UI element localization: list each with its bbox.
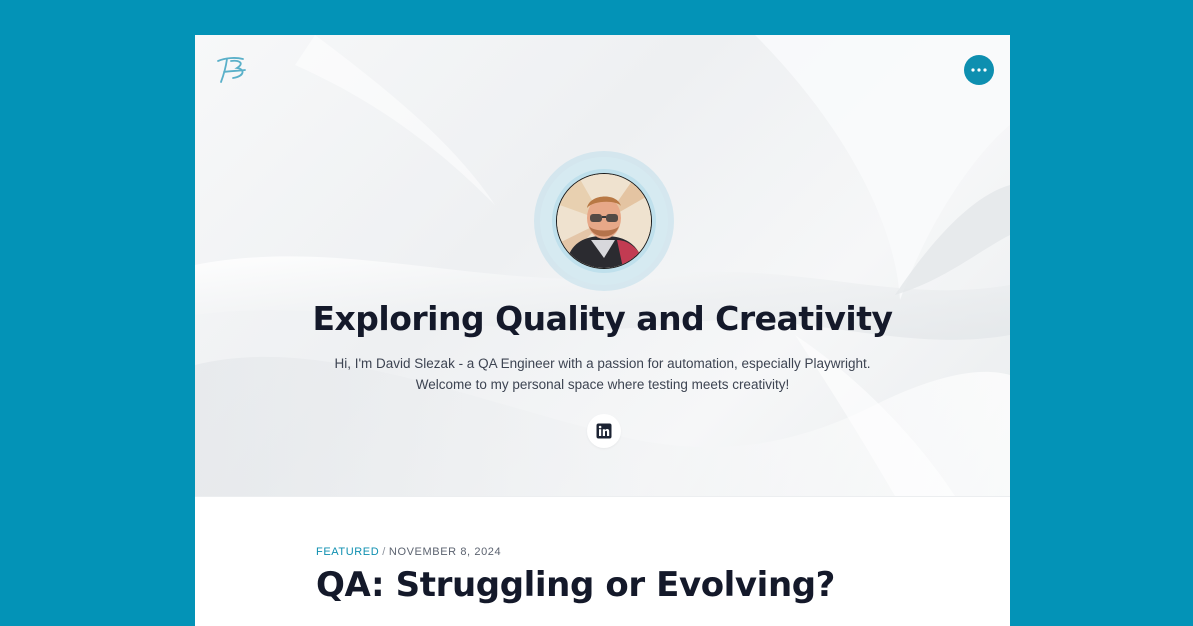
site-description-line-2: Welcome to my personal space where testi… <box>415 377 790 392</box>
post-meta: Featured / November 8, 2024 <box>316 546 501 558</box>
more-dots-icon <box>971 68 987 72</box>
meta-separator: / <box>382 546 386 558</box>
page-container: Exploring Quality and Creativity Hi, I'm… <box>195 35 1010 626</box>
site-description: Hi, I'm David Slezak - a QA Engineer wit… <box>195 353 1010 395</box>
more-menu-button[interactable] <box>964 55 994 85</box>
hero-header: Exploring Quality and Creativity Hi, I'm… <box>195 35 1010 497</box>
avatar-ring <box>540 157 668 285</box>
avatar <box>556 173 652 269</box>
post-tag-link[interactable]: Featured <box>316 546 379 558</box>
post-date: November 8, 2024 <box>388 546 502 558</box>
site-title: Exploring Quality and Creativity <box>312 299 893 338</box>
linkedin-link[interactable] <box>587 414 621 448</box>
site-logo-icon[interactable] <box>215 53 249 87</box>
site-description-line-1: Hi, I'm David Slezak - a QA Engineer wit… <box>334 356 871 371</box>
post-title-link[interactable]: QA: Struggling or Evolving? <box>316 565 835 605</box>
linkedin-icon <box>596 423 612 439</box>
